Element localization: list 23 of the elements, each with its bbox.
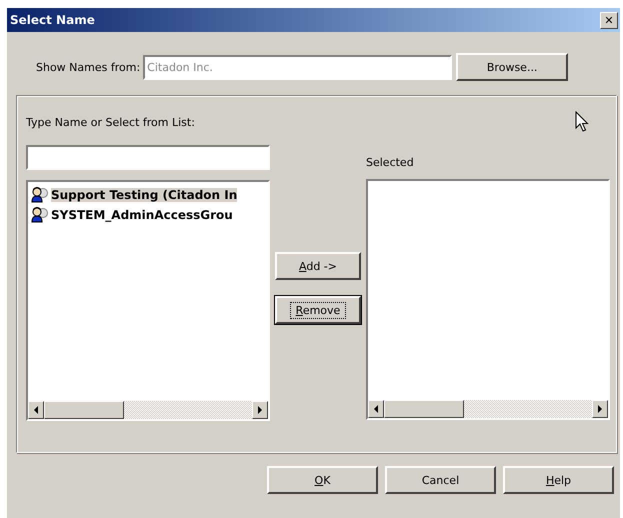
horizontal-scrollbar[interactable] — [368, 400, 608, 418]
window-title: Select Name — [10, 13, 95, 27]
group-icon — [31, 187, 49, 203]
scroll-right-icon[interactable] — [252, 401, 268, 419]
horizontal-scrollbar[interactable] — [28, 401, 268, 419]
dialog-button[interactable]: Help — [503, 466, 614, 494]
scroll-right-icon[interactable] — [592, 400, 608, 418]
move-button[interactable]: Remove — [275, 296, 361, 324]
scroll-thumb[interactable] — [44, 401, 124, 419]
scroll-thumb[interactable] — [384, 400, 464, 418]
selected-label: Selected — [366, 156, 415, 170]
name-input-field[interactable] — [26, 145, 270, 170]
list-item[interactable]: SYSTEM_AdminAccessGrou — [31, 205, 268, 225]
group-icon — [31, 207, 49, 223]
close-button[interactable]: ✕ — [600, 12, 618, 28]
mouse-pointer-icon — [575, 111, 589, 133]
scroll-left-icon[interactable] — [368, 400, 384, 418]
move-button[interactable]: Add -> — [275, 252, 361, 280]
search-label: Type Name or Select from List: — [26, 116, 196, 130]
scroll-left-icon[interactable] — [28, 401, 44, 419]
show-names-label: Show Names from: — [36, 60, 140, 74]
dialog-button[interactable]: Cancel — [385, 466, 496, 494]
dialog-button[interactable]: OK — [267, 466, 378, 494]
